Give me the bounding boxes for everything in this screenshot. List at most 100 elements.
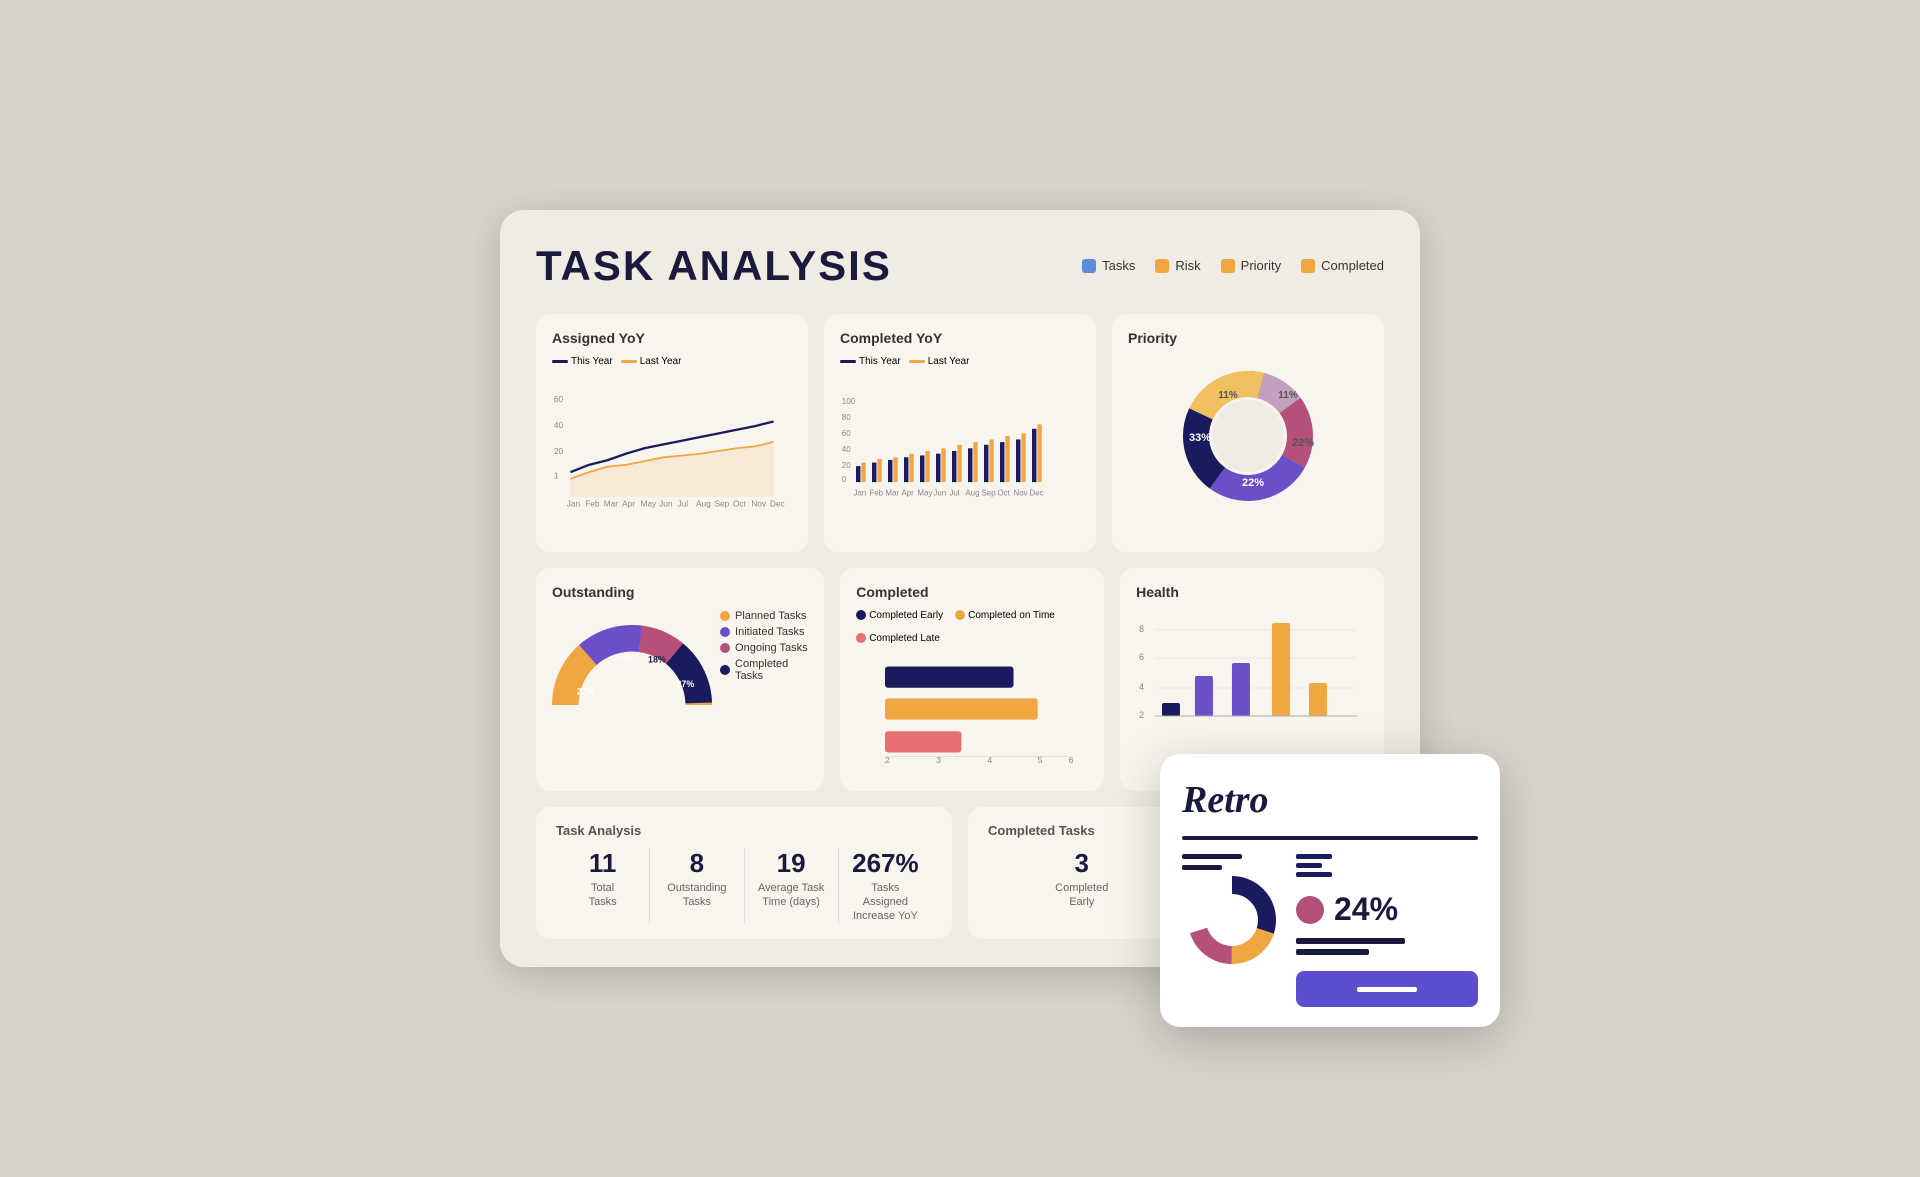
outstanding-legend-ongoing: Ongoing Tasks xyxy=(720,642,808,654)
assigned-yoy-legend-lastyear: Last Year xyxy=(621,356,682,367)
svg-text:Nov: Nov xyxy=(751,498,767,508)
svg-text:May: May xyxy=(641,498,658,508)
svg-text:3: 3 xyxy=(936,755,941,765)
health-chart-title: Health xyxy=(1136,584,1368,600)
retro-card: Retro xyxy=(1160,754,1500,1027)
svg-text:27%: 27% xyxy=(676,679,694,689)
retro-title: Retro xyxy=(1182,778,1478,822)
svg-text:Aug: Aug xyxy=(696,498,711,508)
legend-priority[interactable]: Priority xyxy=(1221,258,1281,273)
svg-text:Aug: Aug xyxy=(965,488,979,497)
svg-text:Feb: Feb xyxy=(585,498,600,508)
svg-text:Oct: Oct xyxy=(997,488,1010,497)
stat-outstanding-tasks-desc: OutstandingTasks xyxy=(662,881,731,910)
retro-btn-inner-line xyxy=(1357,987,1417,992)
svg-text:Mar: Mar xyxy=(604,498,619,508)
svg-text:Jul: Jul xyxy=(678,498,689,508)
assigned-this-year-label: This Year xyxy=(571,356,613,367)
legend-tasks-label: Tasks xyxy=(1102,258,1135,273)
health-svg: 8 6 4 2 xyxy=(1136,610,1368,760)
svg-text:27%: 27% xyxy=(614,652,632,662)
legend-priority-dot xyxy=(1221,259,1235,273)
svg-text:Jul: Jul xyxy=(949,488,959,497)
svg-text:Jun: Jun xyxy=(659,498,673,508)
svg-text:8: 8 xyxy=(1139,624,1144,634)
svg-text:Mar: Mar xyxy=(885,488,899,497)
svg-text:Apr: Apr xyxy=(622,498,635,508)
assigned-last-year-label: Last Year xyxy=(640,356,682,367)
retro-percent-value: 24% xyxy=(1334,891,1398,928)
retro-bar-line-1 xyxy=(1296,938,1405,944)
svg-text:18%: 18% xyxy=(648,654,666,664)
priority-chart-title: Priority xyxy=(1128,330,1368,346)
legend-risk[interactable]: Risk xyxy=(1155,258,1200,273)
svg-text:11%: 11% xyxy=(1278,390,1298,401)
assigned-yoy-title: Assigned YoY xyxy=(552,330,792,346)
svg-text:May: May xyxy=(917,488,932,497)
dashboard-header: TASK ANALYSIS Tasks Risk Priority Comple… xyxy=(536,242,1384,290)
svg-text:20: 20 xyxy=(842,460,851,469)
retro-hamburger-icon[interactable] xyxy=(1296,854,1332,877)
priority-donut-svg: 33% 11% 11% 22% 22% xyxy=(1148,346,1348,526)
stat-total-tasks: 11 TotalTasks xyxy=(556,848,650,924)
svg-text:Feb: Feb xyxy=(869,488,883,497)
retro-bar-lines xyxy=(1296,938,1478,955)
svg-text:Jun: Jun xyxy=(933,488,946,497)
completed-svg: 2 3 4 5 6 xyxy=(856,650,1088,770)
retro-donut-svg xyxy=(1182,870,1282,970)
legend-tasks-dot xyxy=(1082,259,1096,273)
outstanding-legend-planned: Planned Tasks xyxy=(720,610,808,622)
stat-completed-early: 3 CompletedEarly xyxy=(988,848,1177,910)
svg-text:Dec: Dec xyxy=(1029,488,1043,497)
svg-text:20: 20 xyxy=(554,445,564,455)
svg-text:2: 2 xyxy=(1139,710,1144,720)
svg-text:Nov: Nov xyxy=(1013,488,1027,497)
legend-completed[interactable]: Completed xyxy=(1301,258,1384,273)
completed-legend-early: Completed Early xyxy=(856,610,943,621)
svg-text:Sep: Sep xyxy=(981,488,996,497)
svg-text:Jan: Jan xyxy=(853,488,866,497)
task-analysis-stats: Task Analysis 11 TotalTasks 8 Outstandin… xyxy=(536,807,952,940)
retro-content: 24% xyxy=(1182,854,1478,1007)
legend-tasks[interactable]: Tasks xyxy=(1082,258,1135,273)
svg-text:22%: 22% xyxy=(1242,477,1264,489)
completed-yoy-legend-lastyear: Last Year xyxy=(909,356,970,367)
legend-risk-dot xyxy=(1155,259,1169,273)
svg-text:22%: 22% xyxy=(1292,437,1314,449)
svg-text:5: 5 xyxy=(1038,755,1043,765)
svg-text:100: 100 xyxy=(842,396,856,405)
svg-text:11%: 11% xyxy=(1218,390,1238,401)
completed-yoy-chart: Completed YoY This Year Last Year 100 80… xyxy=(824,314,1096,552)
svg-text:6: 6 xyxy=(1139,652,1144,662)
stat-completed-early-desc: CompletedEarly xyxy=(1000,881,1164,910)
retro-bar-line-2 xyxy=(1296,949,1369,955)
svg-text:4: 4 xyxy=(1139,682,1144,692)
retro-line-1 xyxy=(1182,854,1242,859)
header-legend: Tasks Risk Priority Completed xyxy=(1082,258,1384,273)
completed-chart-title: Completed xyxy=(856,584,1088,600)
svg-text:6: 6 xyxy=(1069,755,1074,765)
stat-total-tasks-desc: TotalTasks xyxy=(568,881,637,910)
outstanding-title: Outstanding xyxy=(552,584,808,600)
assigned-yoy-legend-thisyear: This Year xyxy=(552,356,613,367)
stat-avg-time: 19 Average TaskTime (days) xyxy=(745,848,839,924)
svg-text:40: 40 xyxy=(842,444,851,453)
retro-purple-button[interactable] xyxy=(1296,971,1478,1007)
stat-avg-time-desc: Average TaskTime (days) xyxy=(757,881,826,910)
task-analysis-grid: 11 TotalTasks 8 OutstandingTasks 19 Aver… xyxy=(556,848,932,924)
outstanding-chart: Outstanding 27% 27% 18% xyxy=(536,568,824,791)
completed-legend-late: Completed Late xyxy=(856,633,940,644)
svg-text:33%: 33% xyxy=(1189,432,1211,444)
task-analysis-label: Task Analysis xyxy=(556,823,932,838)
svg-text:Apr: Apr xyxy=(901,488,914,497)
svg-text:0: 0 xyxy=(842,475,847,484)
stat-increase-yoy-desc: Tasks AssignedIncrease YoY xyxy=(851,881,920,924)
svg-text:60: 60 xyxy=(842,428,851,437)
svg-text:Sep: Sep xyxy=(714,498,729,508)
svg-text:1: 1 xyxy=(554,470,559,480)
completed-this-year-label: This Year xyxy=(859,356,901,367)
stat-increase-yoy: 267% Tasks AssignedIncrease YoY xyxy=(839,848,932,924)
priority-chart: Priority xyxy=(1112,314,1384,552)
legend-priority-label: Priority xyxy=(1241,258,1281,273)
assigned-yoy-svg: 60 40 20 1 Jan Feb Mar Apr May Jun Jul A… xyxy=(552,371,792,531)
